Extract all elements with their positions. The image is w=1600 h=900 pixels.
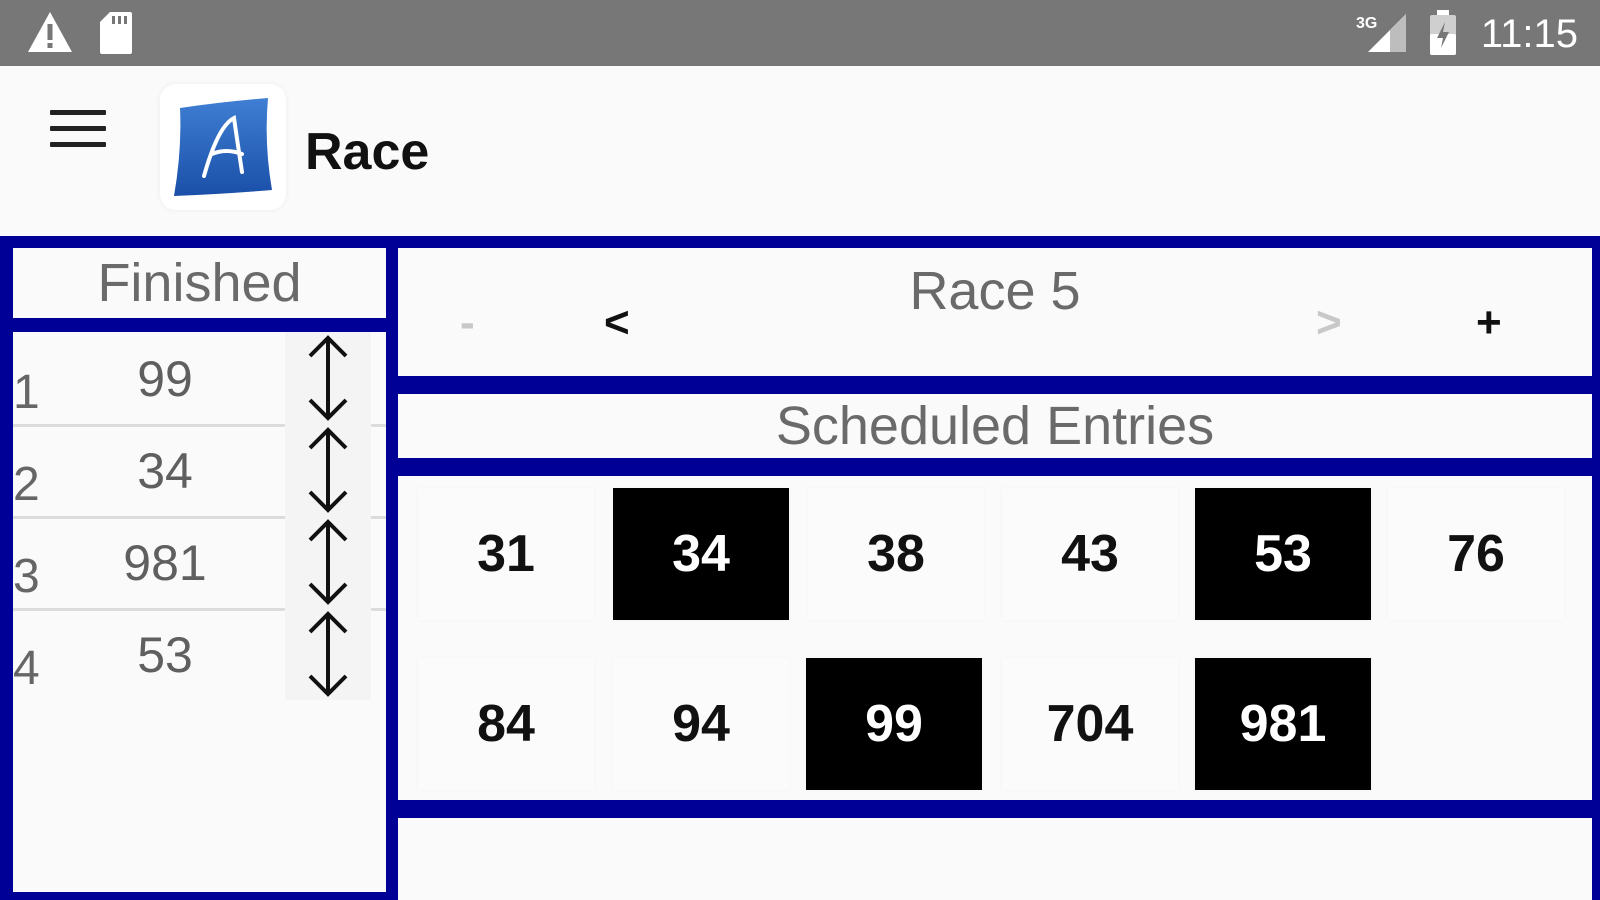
warning-icon (26, 10, 74, 59)
entry-tile[interactable]: 704 (1002, 658, 1178, 790)
entry-tile[interactable]: 76 (1388, 488, 1564, 620)
finish-number: 981 (123, 535, 207, 591)
finished-list: 1 99 2 34 3 981 4 53 (13, 332, 386, 892)
sd-card-icon (98, 10, 134, 61)
signal-3g-icon: 3G (1356, 12, 1408, 59)
hamburger-menu-icon[interactable] (50, 110, 106, 154)
finished-row[interactable]: 4 53 (13, 608, 386, 700)
scheduled-entries-header: Scheduled Entries (398, 394, 1592, 458)
finished-row[interactable]: 2 34 (13, 424, 386, 519)
entry-tile[interactable]: 94 (613, 658, 789, 790)
finished-row[interactable]: 1 99 (13, 332, 386, 427)
reorder-arrow-icon[interactable] (285, 516, 371, 608)
add-race-button[interactable]: + (1476, 298, 1502, 348)
previous-race-button[interactable]: < (604, 298, 630, 348)
bottom-panel (398, 818, 1592, 900)
entry-tile-selected[interactable]: 53 (1195, 488, 1371, 620)
next-race-button[interactable]: > (1316, 298, 1342, 348)
race-navigator: Race 5 - < > + (398, 248, 1592, 376)
finish-number: 34 (137, 443, 193, 499)
entry-tile-selected[interactable]: 981 (1195, 658, 1371, 790)
entry-tile[interactable]: 38 (808, 488, 984, 620)
finish-number: 99 (137, 351, 193, 407)
entry-tile[interactable]: 84 (418, 658, 594, 790)
finished-header: Finished (13, 248, 386, 318)
app-bar: Race (0, 66, 1600, 236)
app-logo (160, 84, 286, 210)
finish-position: 1 (13, 366, 40, 419)
network-label: 3G (1356, 15, 1377, 32)
reorder-arrow-icon[interactable] (285, 424, 371, 516)
entries-grid: 31 34 38 43 53 76 84 94 99 704 981 (398, 476, 1592, 800)
status-bar: 3G 11:15 (0, 0, 1600, 66)
entry-tile[interactable]: 31 (418, 488, 594, 620)
page-title: Race (305, 123, 430, 181)
entry-tile-selected[interactable]: 99 (806, 658, 982, 790)
remove-race-button[interactable]: - (460, 298, 475, 348)
reorder-arrow-icon[interactable] (285, 608, 371, 700)
clock: 11:15 (1480, 12, 1578, 56)
battery-icon (1428, 10, 1458, 61)
entry-tile[interactable]: 43 (1002, 488, 1178, 620)
main-area: Finished 1 99 2 34 3 981 4 53 Race 5 - <… (0, 236, 1600, 900)
race-title: Race 5 (909, 261, 1081, 321)
reorder-arrow-icon[interactable] (285, 332, 371, 424)
finish-position: 3 (13, 550, 40, 603)
finished-row[interactable]: 3 981 (13, 516, 386, 611)
finish-number: 53 (137, 627, 193, 683)
finish-position: 4 (13, 642, 40, 695)
finish-position: 2 (13, 458, 40, 511)
entry-tile-selected[interactable]: 34 (613, 488, 789, 620)
